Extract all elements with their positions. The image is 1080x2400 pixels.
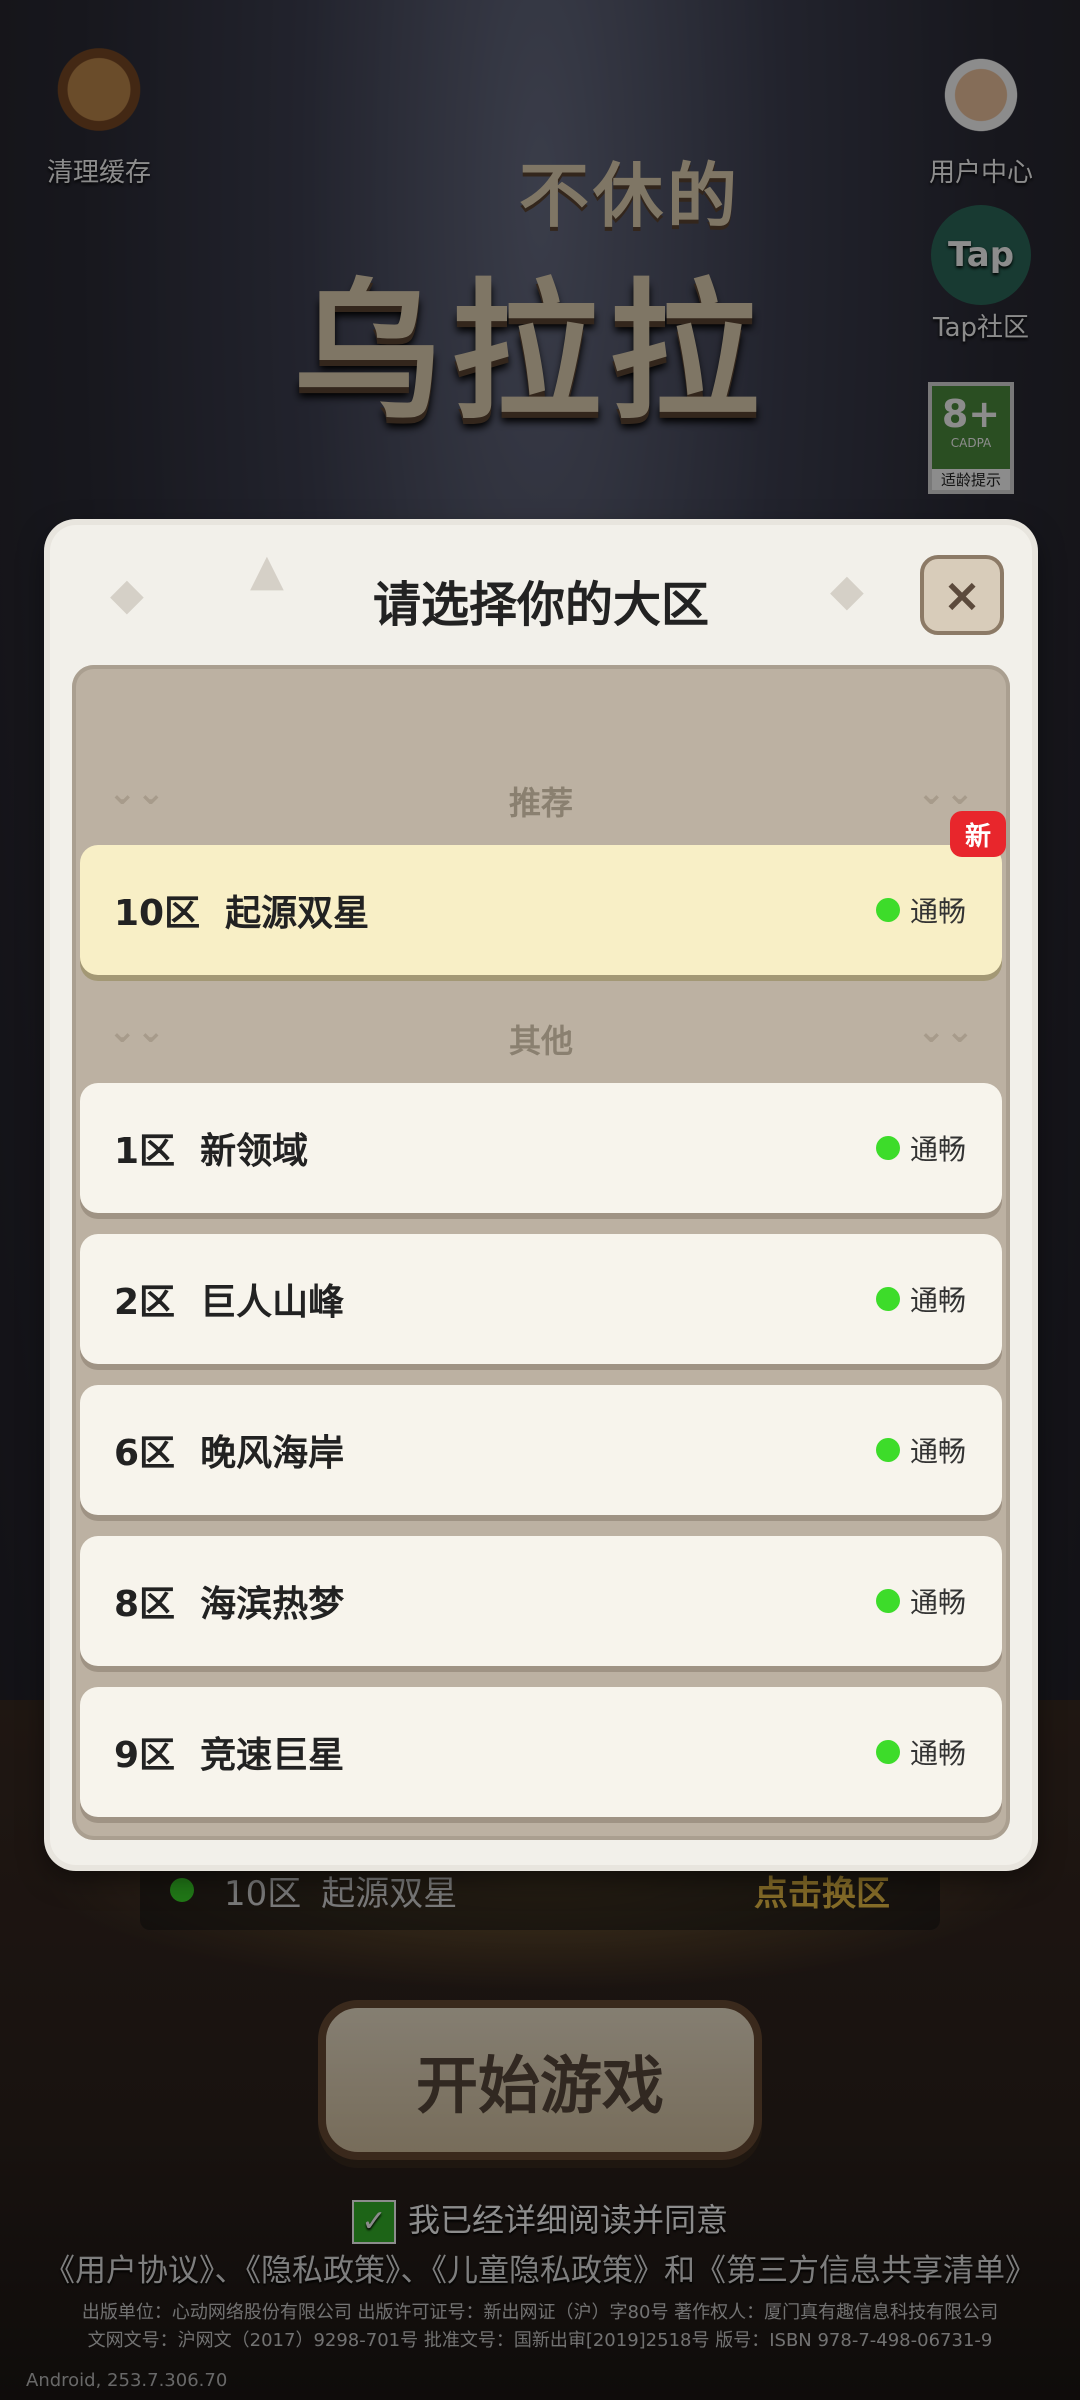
server-row[interactable]: 8区 海滨热梦 通畅	[80, 1536, 1002, 1666]
server-status: 通畅	[875, 890, 966, 930]
server-row[interactable]: 9区 竞速巨星 通畅	[80, 1687, 1002, 1817]
server-name: 10区 起源双星	[114, 893, 370, 934]
server-row-recommended[interactable]: 10区 起源双星 通畅 新	[80, 811, 1006, 975]
close-button[interactable]: ×	[920, 555, 1004, 635]
server-name: 6区 晚风海岸	[114, 1433, 345, 1474]
status-dot-icon	[875, 1589, 900, 1613]
server-name: 8区 海滨热梦	[114, 1584, 345, 1625]
server-status: 通畅	[875, 1430, 966, 1470]
server-row[interactable]: 6区 晚风海岸 通畅	[80, 1385, 1002, 1515]
server-status: 通畅	[875, 1581, 966, 1621]
server-name: 9区 竞速巨星	[114, 1735, 345, 1776]
server-row[interactable]: 1区 新领域 通畅	[80, 1083, 1002, 1213]
status-label: 通畅	[909, 1435, 966, 1468]
status-label: 通畅	[909, 1133, 966, 1166]
status-label: 通畅	[909, 1284, 966, 1317]
server-status: 通畅	[875, 1732, 966, 1772]
dialog-title: 请选择你的大区	[372, 577, 709, 633]
status-label: 通畅	[909, 1586, 966, 1619]
status-label: 通畅	[909, 1737, 966, 1770]
status-dot-icon	[875, 898, 900, 922]
server-status: 通畅	[875, 1128, 966, 1168]
status-dot-icon	[875, 1287, 900, 1311]
recommended-section-label: 推荐	[508, 784, 573, 822]
status-dot-icon	[875, 1438, 900, 1462]
new-badge: 新	[950, 811, 1006, 857]
status-dot-icon	[875, 1740, 900, 1764]
status-label: 通畅	[909, 895, 966, 928]
chevron-down-icon: ⌄⌄	[917, 773, 974, 813]
chevron-down-icon: ⌄⌄	[917, 1011, 974, 1051]
other-section-label: 其他	[508, 1022, 573, 1060]
server-status: 通畅	[875, 1279, 966, 1319]
server-name: 1区 新领域	[114, 1131, 309, 1172]
status-dot-icon	[875, 1136, 900, 1160]
server-row[interactable]: 2区 巨人山峰 通畅	[80, 1234, 1002, 1364]
server-list[interactable]: ⌄⌄ 推荐 ⌄⌄ 10区 起源双星 通畅 新 ⌄⌄ 其他 ⌄⌄ 1区 新领域 通…	[72, 665, 1010, 1840]
server-name: 2区 巨人山峰	[114, 1282, 345, 1323]
server-select-dialog: ◆ ▲ ◆ 请选择你的大区 × ⌄⌄ 推荐 ⌄⌄ 10区 起源双星 通畅 新 ⌄…	[50, 525, 1032, 1865]
